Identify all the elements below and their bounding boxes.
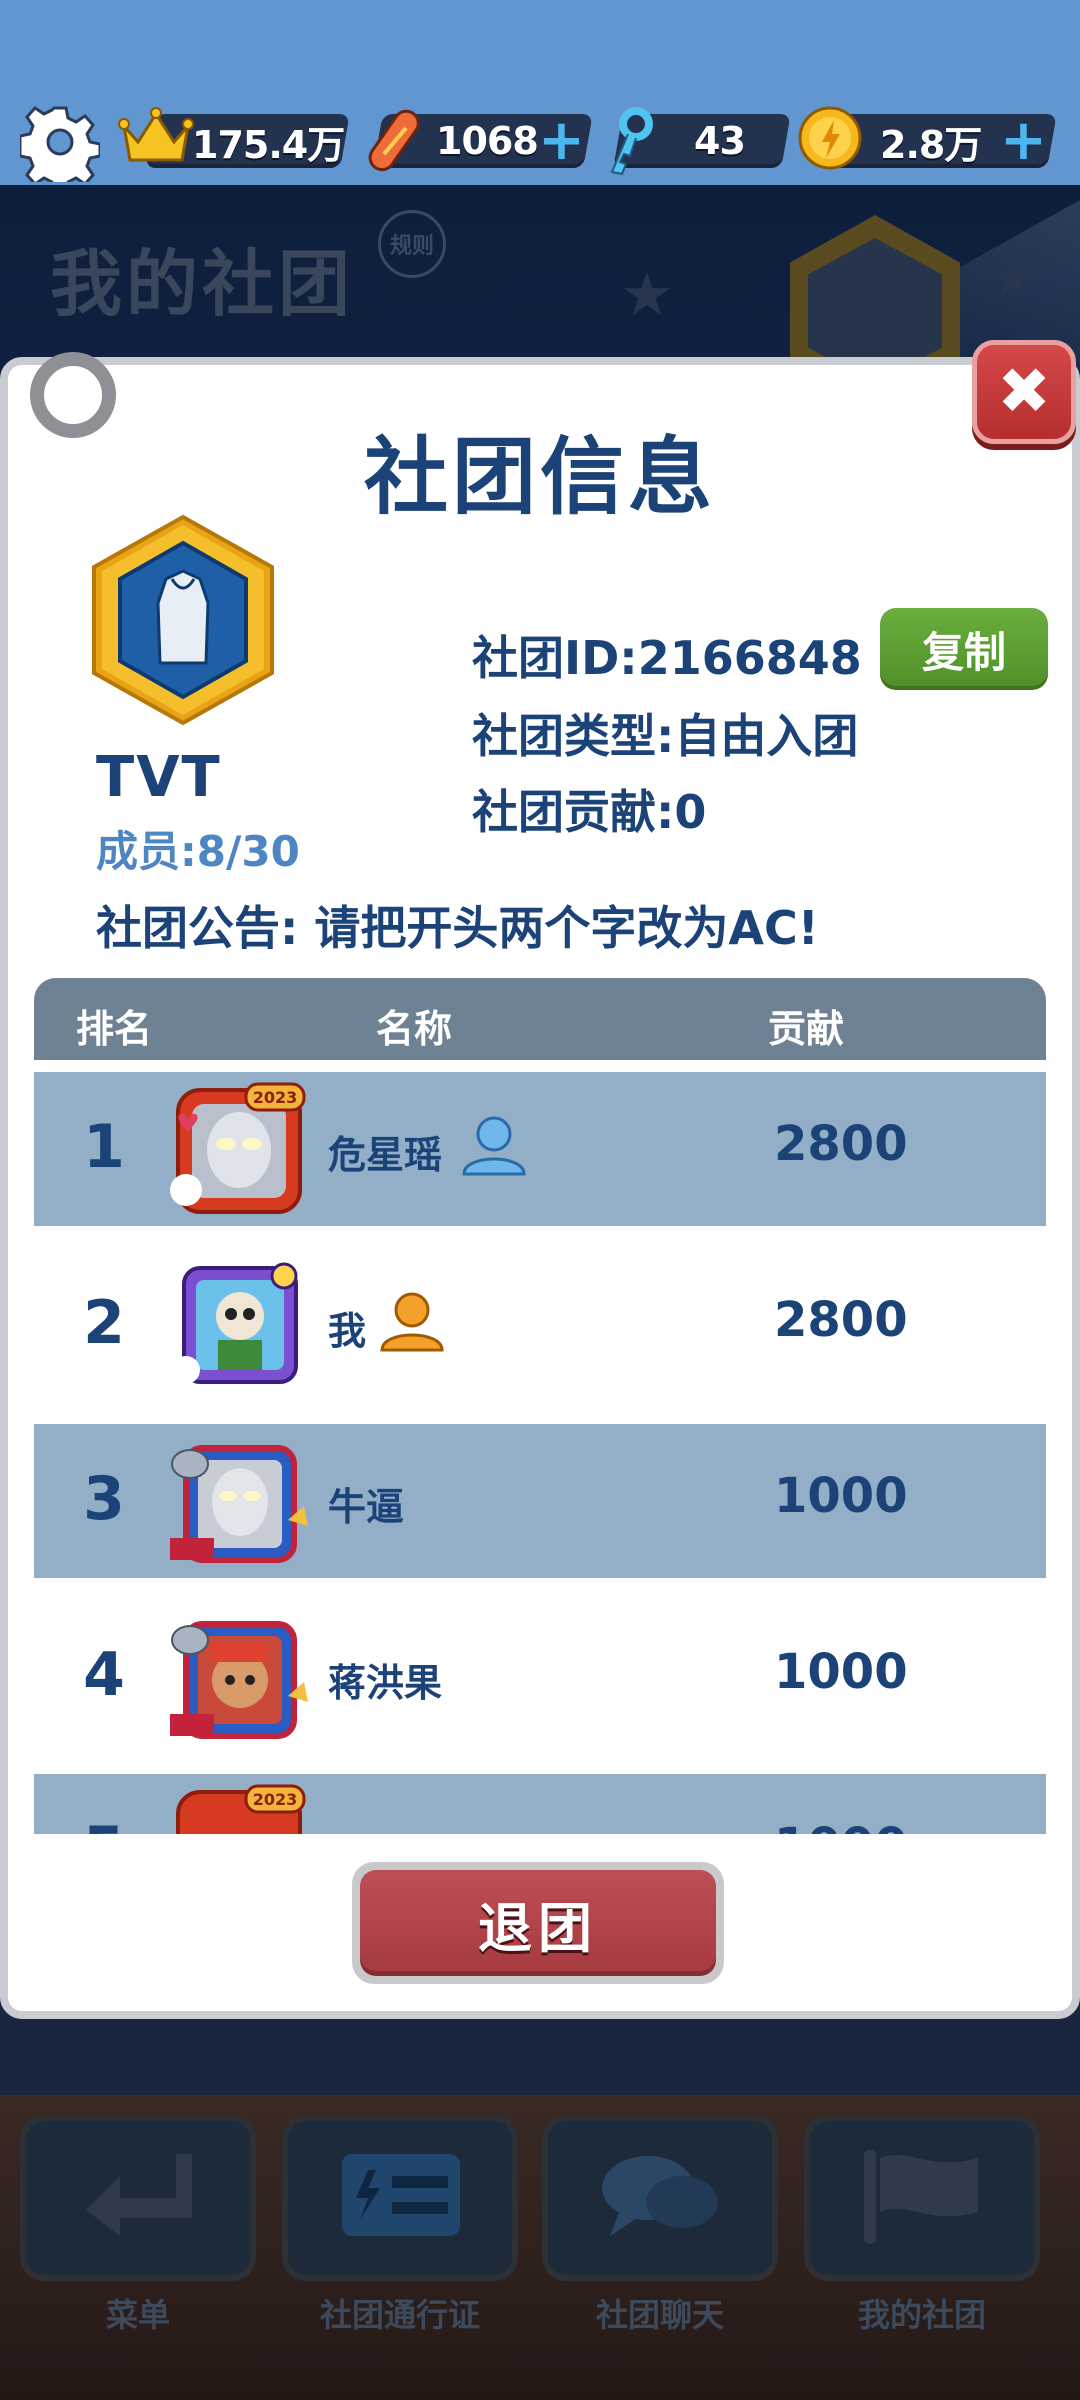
avatar-frame-icon[interactable]: 2023 <box>164 1082 314 1217</box>
player-name: 蒋洪果 <box>328 1661 443 1705</box>
member-list[interactable]: 1 2023 危星瑶 2800 2 我 2800 3 牛逼 1000 4 蒋洪果… <box>34 1072 1046 1834</box>
coin-value: 2.8万 <box>880 122 982 167</box>
rank-value: 4 <box>83 1640 125 1710</box>
crown-value: 175.4万 <box>192 122 345 167</box>
star-decoration: ★ <box>990 250 1035 308</box>
member-table-header: 排名 名称 贡献 <box>34 978 1046 1060</box>
chat-icon <box>602 2156 718 2236</box>
club-contribution: 社团贡献:0 <box>472 785 707 839</box>
star-decoration: ★ <box>620 260 674 330</box>
add-boards-button[interactable]: + <box>538 113 585 169</box>
player-name: 牛逼 <box>328 1485 405 1529</box>
hoverboard-icon <box>368 109 420 172</box>
leave-club-label: 退团 <box>360 1870 716 1976</box>
rank-value: 5 <box>64 1814 144 1834</box>
contribution-value: 2800 <box>774 1116 908 1172</box>
member-icon-blue <box>462 1116 526 1176</box>
rank-value: 1 <box>83 1112 125 1182</box>
leave-club-button[interactable]: 退团 <box>352 1862 724 1984</box>
settings-gear-icon[interactable] <box>20 102 100 182</box>
header-name: 名称 <box>376 1007 453 1051</box>
member-count: 成员:8/30 <box>96 827 300 876</box>
rank-value: 2 <box>83 1288 125 1358</box>
copy-id-button[interactable]: 复制 <box>880 608 1048 690</box>
coin-icon <box>798 106 862 170</box>
table-row[interactable]: 2 我 2800 <box>34 1248 1046 1402</box>
currency-bar: 175.4万 1068 + 43 2.8万 + <box>0 100 1080 190</box>
rules-button[interactable]: 规则 <box>378 210 446 278</box>
table-row[interactable]: 3 牛逼 1000 <box>34 1424 1046 1578</box>
board-value: 1068 <box>436 119 539 163</box>
avatar-frame-icon[interactable] <box>164 1434 314 1569</box>
add-coins-button[interactable]: + <box>1000 113 1047 169</box>
contribution-value: 1000 <box>774 1468 908 1524</box>
nav-pass-label: 社团通行证 <box>319 2296 480 2334</box>
table-row[interactable]: 4 蒋洪果 1000 <box>34 1600 1046 1754</box>
avatar-frame-icon[interactable] <box>164 1258 314 1393</box>
nav-chat-label: 社团聊天 <box>595 2296 724 2334</box>
key-icon <box>610 107 653 176</box>
contribution-value: 1000 <box>774 1818 908 1834</box>
nav-myclub-label: 我的社团 <box>857 2296 986 2334</box>
key-value: 43 <box>694 119 746 163</box>
leader-icon-orange <box>380 1292 444 1352</box>
return-icon <box>86 2154 192 2236</box>
avatar-frame-icon[interactable] <box>164 1610 314 1745</box>
avatar-frame-icon[interactable]: 2023 <box>164 1784 314 1834</box>
contribution-value: 1000 <box>774 1644 908 1700</box>
club-emblem-icon <box>92 514 274 726</box>
header-contribution: 贡献 <box>768 1007 845 1051</box>
pass-icon <box>342 2154 460 2236</box>
club-id: 社团ID:2166848 <box>472 631 862 685</box>
table-row[interactable]: 5 2023 1000 <box>34 1774 1046 1834</box>
player-name: 危星瑶 <box>328 1133 443 1177</box>
player-name: 我 <box>328 1309 367 1353</box>
crown-icon <box>118 107 194 162</box>
svg-text:2023: 2023 <box>253 1790 298 1809</box>
club-type: 社团类型:自由入团 <box>472 709 859 763</box>
club-name: TVT <box>96 745 222 810</box>
svg-text:2023: 2023 <box>253 1088 298 1107</box>
header-rank: 排名 <box>76 1007 153 1051</box>
table-row[interactable]: 1 2023 危星瑶 2800 <box>34 1072 1046 1226</box>
club-notice: 社团公告: 请把开头两个字改为AC! <box>96 901 819 955</box>
flag-icon <box>864 2150 978 2244</box>
rank-value: 3 <box>83 1464 125 1534</box>
my-club-title: 我的社团 <box>50 242 355 326</box>
nav-menu-label: 菜单 <box>105 2296 170 2334</box>
contribution-value: 2800 <box>774 1292 908 1348</box>
